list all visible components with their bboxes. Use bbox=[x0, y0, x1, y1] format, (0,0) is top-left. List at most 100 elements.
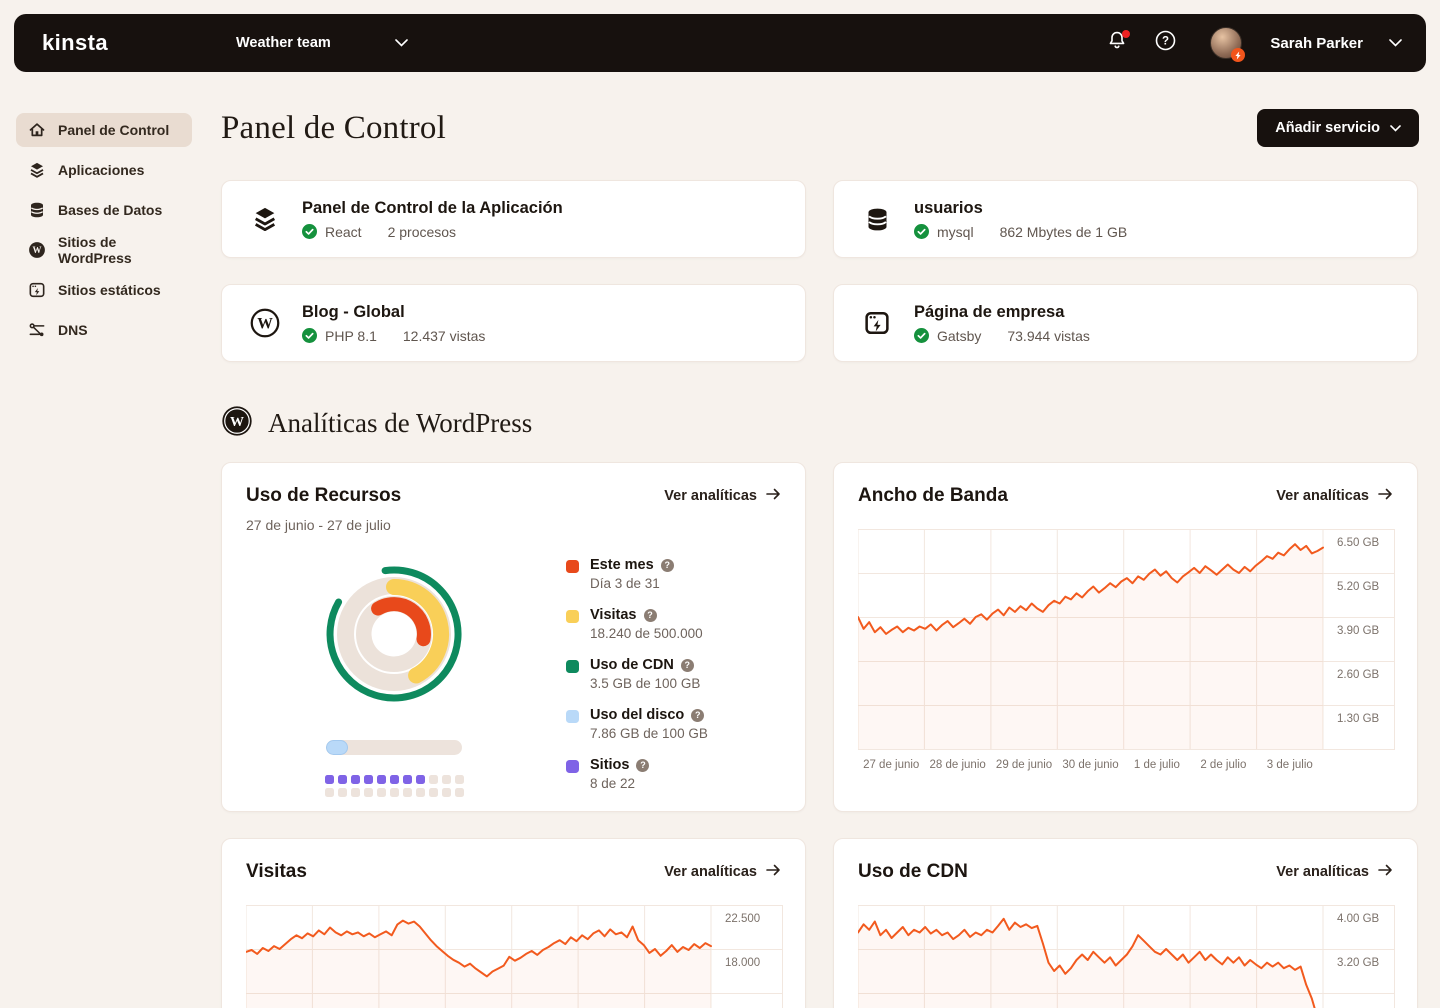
view-analytics-link[interactable]: Ver analíticas bbox=[664, 488, 781, 504]
site-dot-empty bbox=[429, 775, 438, 784]
service-card-database[interactable]: usuarios mysql 862 Mbytes de 1 GB bbox=[833, 180, 1418, 258]
service-status: mysql bbox=[937, 224, 974, 240]
view-analytics-label: Ver analíticas bbox=[1276, 864, 1369, 880]
svg-text:6.50 GB: 6.50 GB bbox=[1337, 537, 1380, 549]
svg-text:4.00 GB: 4.00 GB bbox=[1337, 913, 1380, 925]
legend-label: Uso del disco bbox=[590, 707, 684, 723]
legend-swatch bbox=[566, 560, 579, 573]
svg-text:2 de julio: 2 de julio bbox=[1200, 759, 1246, 771]
sidebar-item-panel-de-control[interactable]: Panel de Control bbox=[16, 113, 192, 147]
page-title: Panel de Control bbox=[221, 110, 446, 147]
chevron-down-icon bbox=[395, 35, 408, 51]
sidebar-item-bases-de-datos[interactable]: Bases de Datos bbox=[16, 193, 192, 227]
sidebar-item-dns[interactable]: DNS bbox=[16, 313, 192, 347]
svg-text:29 de junio: 29 de junio bbox=[996, 759, 1052, 771]
legend-label: Sitios bbox=[590, 757, 629, 773]
site-dot-empty bbox=[377, 788, 386, 797]
legend-swatch bbox=[566, 760, 579, 773]
help-tooltip-icon[interactable]: ? bbox=[681, 659, 694, 672]
resource-usage-card: Uso de Recursos Ver analíticas 27 de jun… bbox=[221, 462, 806, 812]
user-name: Sarah Parker bbox=[1270, 35, 1363, 52]
sidebar: Panel de Control Aplicaciones Bases de D… bbox=[16, 113, 192, 353]
legend-detail: 18.240 de 500.000 bbox=[590, 626, 703, 641]
legend-swatch bbox=[566, 660, 579, 673]
team-name: Weather team bbox=[236, 35, 331, 51]
site-dot-empty bbox=[429, 788, 438, 797]
view-analytics-link[interactable]: Ver analíticas bbox=[1276, 864, 1393, 880]
site-dot-empty bbox=[455, 788, 464, 797]
legend-swatch bbox=[566, 710, 579, 723]
view-analytics-label: Ver analíticas bbox=[664, 488, 757, 504]
svg-text:5.20 GB: 5.20 GB bbox=[1337, 581, 1380, 593]
svg-text:W: W bbox=[230, 415, 244, 430]
analytics-cards: Uso de Recursos Ver analíticas 27 de jun… bbox=[221, 462, 1419, 1008]
cdn-usage-card: Uso de CDN Ver analíticas 4.00 GB3.20 GB bbox=[833, 838, 1418, 1008]
sidebar-item-label: Sitios de WordPress bbox=[58, 234, 180, 266]
legend-item-este-mes: Este mes? Día 3 de 31 bbox=[566, 557, 781, 591]
service-title: Panel de Control de la Aplicación bbox=[302, 199, 563, 218]
notifications-button[interactable] bbox=[1106, 32, 1128, 54]
resource-donut-chart bbox=[309, 549, 479, 724]
svg-text:28 de junio: 28 de junio bbox=[930, 759, 986, 771]
service-status: Gatsby bbox=[937, 328, 981, 344]
site-dot-empty bbox=[338, 788, 347, 797]
svg-text:3.90 GB: 3.90 GB bbox=[1337, 625, 1380, 637]
service-card-static-site[interactable]: Página de empresa Gatsby 73.944 vistas bbox=[833, 284, 1418, 362]
main-content: Panel de Control Añadir servicio Panel d… bbox=[221, 72, 1419, 1008]
help-icon: ? bbox=[1155, 30, 1176, 56]
analytics-section-title: Analíticas de WordPress bbox=[268, 408, 532, 439]
site-dot-empty bbox=[442, 788, 451, 797]
card-title: Uso de CDN bbox=[858, 861, 968, 883]
help-tooltip-icon[interactable]: ? bbox=[644, 609, 657, 622]
svg-text:?: ? bbox=[1162, 36, 1169, 48]
arrow-right-icon bbox=[766, 488, 781, 504]
visits-line-chart: 22.50018.000 bbox=[246, 905, 781, 1008]
site-dot-filled bbox=[351, 775, 360, 784]
date-range: 27 de junio - 27 de julio bbox=[246, 517, 781, 533]
dns-route-icon bbox=[28, 321, 46, 339]
add-service-button[interactable]: Añadir servicio bbox=[1257, 109, 1419, 147]
team-selector[interactable]: Weather team bbox=[236, 35, 408, 51]
bandwidth-card: Ancho de Banda Ver analíticas 6.50 GB5.2… bbox=[833, 462, 1418, 812]
svg-text:W: W bbox=[33, 245, 42, 255]
static-site-icon bbox=[28, 281, 46, 299]
service-title: usuarios bbox=[914, 199, 1127, 218]
service-card-application[interactable]: Panel de Control de la Aplicación React … bbox=[221, 180, 806, 258]
sidebar-item-label: Aplicaciones bbox=[58, 162, 144, 178]
user-menu-chevron-icon[interactable] bbox=[1389, 34, 1402, 52]
check-circle-icon bbox=[302, 224, 317, 239]
card-title: Uso de Recursos bbox=[246, 485, 401, 507]
layers-icon bbox=[242, 205, 288, 233]
help-tooltip-icon[interactable]: ? bbox=[691, 709, 704, 722]
wordpress-icon: W bbox=[242, 308, 288, 338]
arrow-right-icon bbox=[766, 864, 781, 880]
legend-label: Este mes bbox=[590, 557, 654, 573]
legend-item-uso-del-disco: Uso del disco? 7.86 GB de 100 GB bbox=[566, 707, 781, 741]
sidebar-item-aplicaciones[interactable]: Aplicaciones bbox=[16, 153, 192, 187]
wordpress-icon: W bbox=[28, 241, 46, 259]
svg-text:22.500: 22.500 bbox=[725, 913, 760, 925]
user-avatar[interactable] bbox=[1210, 27, 1242, 59]
site-dot-filled bbox=[390, 775, 399, 784]
service-status: React bbox=[325, 224, 362, 240]
service-title: Blog - Global bbox=[302, 303, 485, 322]
sidebar-item-sitios-estaticos[interactable]: Sitios estáticos bbox=[16, 273, 192, 307]
help-button[interactable]: ? bbox=[1154, 32, 1176, 54]
view-analytics-link[interactable]: Ver analíticas bbox=[1276, 488, 1393, 504]
site-dot-filled bbox=[377, 775, 386, 784]
visits-card: Visitas Ver analíticas 22.50018.000 bbox=[221, 838, 806, 1008]
site-dot-filled bbox=[364, 775, 373, 784]
help-tooltip-icon[interactable]: ? bbox=[636, 759, 649, 772]
progress-fill bbox=[326, 740, 348, 755]
service-card-wordpress-blog[interactable]: W Blog - Global PHP 8.1 12.437 vistas bbox=[221, 284, 806, 362]
layers-icon bbox=[28, 161, 46, 179]
sidebar-item-sitios-de-wordpress[interactable]: W Sitios de WordPress bbox=[16, 233, 192, 267]
site-dot-filled bbox=[403, 775, 412, 784]
view-analytics-link[interactable]: Ver analíticas bbox=[664, 864, 781, 880]
help-tooltip-icon[interactable]: ? bbox=[661, 559, 674, 572]
home-icon bbox=[28, 121, 46, 139]
svg-text:1.30 GB: 1.30 GB bbox=[1337, 713, 1380, 725]
wordpress-icon: W bbox=[221, 405, 253, 442]
site-dot-empty bbox=[442, 775, 451, 784]
svg-text:27 de junio: 27 de junio bbox=[863, 759, 919, 771]
